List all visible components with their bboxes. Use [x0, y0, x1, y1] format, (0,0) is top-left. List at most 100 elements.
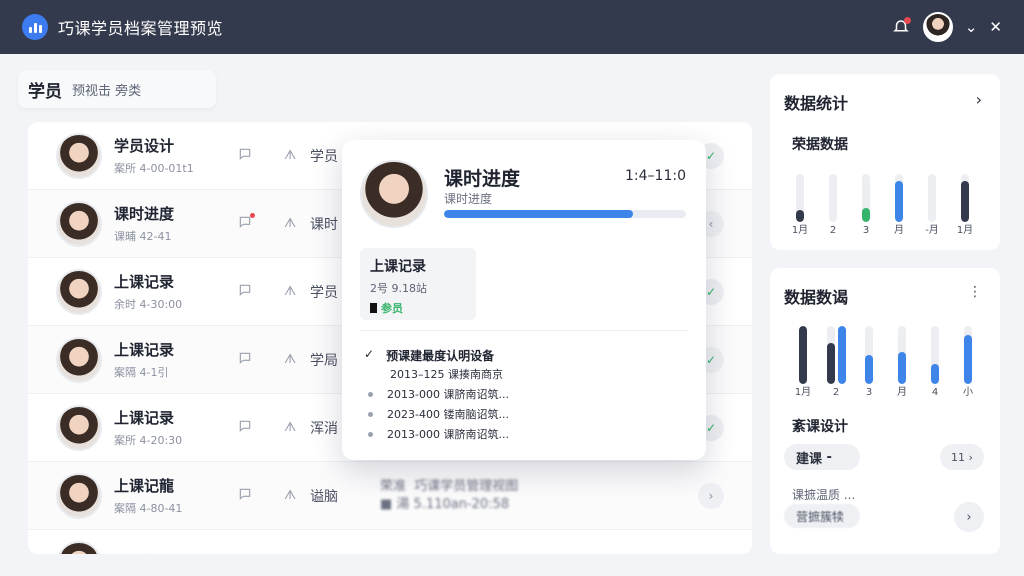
chart1-tick-label: -月	[925, 225, 939, 236]
chart2-bar-fill	[931, 363, 939, 384]
chat-icon[interactable]	[238, 419, 252, 437]
row-tag: 谥脑	[310, 488, 338, 505]
record-marker-icon	[370, 303, 377, 313]
popup-subtitle: 课时进度	[444, 192, 493, 206]
row-tag: 课时	[310, 216, 338, 233]
chart2-bar	[964, 326, 972, 384]
student-name: 上课记录	[114, 273, 175, 291]
filter-main: 学员	[28, 81, 62, 102]
activity-icon: ᗑ	[284, 148, 297, 163]
progress-bar	[444, 210, 686, 218]
chart1-bar-fill	[961, 181, 969, 222]
checklist-head: 预课建最度认明设备	[386, 349, 495, 363]
student-meta: 案所 4-00-01t1	[114, 162, 194, 175]
chevron-right-icon[interactable]: ›	[976, 90, 982, 109]
student-name: 学员设计	[114, 137, 175, 155]
chart1-bar	[961, 174, 969, 222]
notification-dot	[903, 17, 911, 24]
activity-icon: ᗑ	[284, 216, 297, 231]
chat-icon[interactable]	[238, 212, 255, 233]
list-item[interactable]: 2023-400 镂南脑诏筑...	[368, 404, 509, 424]
app-title: 巧课学员档案管理预览	[58, 19, 224, 38]
bullet-icon	[368, 411, 373, 417]
pager-pill[interactable]: 11 ›	[940, 444, 984, 470]
popup-avatar	[360, 160, 428, 228]
student-name: 课时进度	[114, 205, 175, 223]
student-meta: 余时 4-30:00	[114, 298, 183, 311]
chart2-bar	[898, 326, 906, 384]
chart1-bar-fill	[895, 181, 903, 222]
avatar	[56, 404, 102, 451]
panel2-note: 课摭温质 ...	[792, 488, 856, 502]
student-name: 上课记龍	[114, 477, 175, 495]
row-tag: 学局	[310, 352, 338, 369]
chat-icon[interactable]	[238, 351, 252, 369]
bell-icon[interactable]	[891, 17, 911, 37]
chart1-bar	[928, 174, 936, 222]
chart1-bar	[829, 174, 837, 222]
chart1-tick-label: 3	[862, 225, 870, 236]
record-card[interactable]: 上课记录 2号 9.18站 参员	[360, 248, 476, 320]
filter-sub: 预视击 旁类	[72, 83, 142, 99]
avatar	[56, 540, 102, 554]
chart2-tick-label: 3	[865, 387, 873, 398]
record-title: 上课记录	[370, 259, 426, 275]
avatar	[56, 472, 102, 519]
chart2-bar	[838, 326, 846, 384]
chart2-tick-label: 2	[832, 387, 840, 398]
chevron-right-icon[interactable]: ›	[954, 502, 984, 532]
avatar	[56, 132, 102, 179]
list-item[interactable]: 2013-000 课脐南诏筑...	[368, 424, 509, 444]
row-tag: 学员	[310, 284, 338, 301]
progress-fill	[444, 210, 633, 218]
unread-dot	[250, 212, 255, 218]
chart2-bar-fill	[964, 334, 972, 384]
bullet-icon	[368, 391, 373, 397]
checklist-items: 2013-000 课脐南诏筑... 2023-400 镂南脑诏筑... 2013…	[368, 384, 509, 444]
top-bar: 巧课学员档案管理预览 ⌄ ✕	[0, 0, 1024, 54]
chart2-tick-label: 月	[897, 387, 907, 398]
activity-icon: ᗑ	[284, 420, 297, 435]
chart2-bar-fill	[827, 343, 835, 384]
user-avatar[interactable]	[922, 12, 953, 42]
filter-bar[interactable]: 学员 预视击 旁类	[18, 70, 216, 108]
chart1-bar	[862, 174, 870, 222]
popup-divider	[360, 330, 688, 331]
activity-icon: ᗑ	[284, 488, 297, 503]
popup-title: 课时进度	[444, 168, 521, 190]
secondary-pill[interactable]: 营摭簇犊	[784, 504, 860, 528]
student-meta: 案所 4-20:30	[114, 434, 183, 447]
app-logo-icon	[22, 14, 48, 40]
chart1-tick-label: 1月	[956, 225, 974, 236]
chart2-bar	[799, 326, 807, 384]
wifi-icon[interactable]: ⌄	[965, 18, 978, 36]
record-sub: 2号 9.18站	[370, 282, 427, 295]
status-icon[interactable]: ›	[698, 482, 724, 509]
student-name: 上课记录	[114, 409, 175, 427]
chat-icon[interactable]	[238, 487, 252, 505]
data-panel: 数据数谒 ⋮ 1月 2 3 月 4 小 紊课设计 建课 - 11 › 课摭温质 ... 营…	[770, 268, 1000, 554]
popup-range: 1:4–11:0	[625, 168, 686, 184]
panel1-title: 数据统计	[784, 94, 849, 113]
table-row[interactable]: 课号宝器 ᗑ	[28, 530, 752, 554]
course-pill[interactable]: 建课 -	[784, 444, 860, 470]
row-tag: 学员	[310, 148, 338, 165]
chart1-tick-label: 月	[894, 225, 904, 236]
chart2-tick-label: 4	[931, 387, 939, 398]
list-item[interactable]: 2013-000 课脐南诏筑...	[368, 384, 509, 404]
activity-icon: ᗑ	[284, 352, 297, 367]
avatar	[56, 268, 102, 315]
chat-icon[interactable]	[238, 283, 252, 301]
chat-icon[interactable]	[238, 147, 252, 165]
panel2-sub: 紊课设计	[792, 419, 848, 435]
table-row[interactable]: 上课记龍 案隔 4-80-41 ᗑ 谥脑 荣准 巧课学员管理视图 ■ 湯 5.1…	[28, 462, 752, 530]
close-icon[interactable]: ✕	[989, 18, 1002, 36]
checklist-sub: 2013–125 课揍南商京	[390, 368, 503, 381]
row-tag: 浑消	[310, 420, 338, 437]
chart1-bar	[895, 174, 903, 222]
student-meta: 案隔 4-80-41	[114, 502, 183, 515]
more-icon[interactable]: ⋮	[968, 284, 982, 300]
avatar	[56, 200, 102, 247]
bullet-icon	[368, 431, 373, 437]
chart2-bar-fill	[898, 352, 906, 384]
